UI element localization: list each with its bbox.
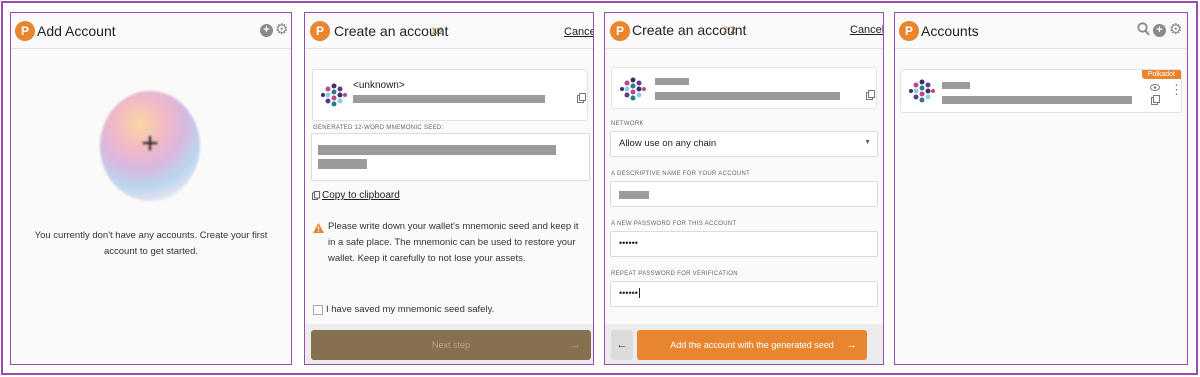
plus-circle-icon[interactable]: + — [1153, 24, 1166, 37]
saved-seed-checkbox-label[interactable]: I have saved my mnemonic seed safely. — [326, 304, 494, 315]
account-card: <unknown> — [312, 69, 588, 121]
network-select[interactable]: Allow use on any chain ▼ — [610, 131, 878, 157]
identicon-avatar — [321, 83, 347, 107]
create-account-step2-panel: P Create an account 2/2 Cancel NETWORK A… — [604, 12, 884, 365]
network-badge: Polkadot — [1141, 70, 1181, 79]
account-address — [655, 92, 840, 100]
account-address — [353, 95, 545, 103]
copy-icon — [312, 191, 320, 200]
seed-words-line1 — [318, 145, 556, 155]
step-indicator: 1/2 — [431, 26, 444, 36]
empty-state-message: You currently don't have any accounts. C… — [34, 230, 268, 257]
identicon-avatar — [620, 77, 646, 101]
seed-label: GENERATED 12-WORD MNEMONIC SEED: — [313, 125, 444, 131]
step-indicator: 2/2 — [723, 25, 736, 35]
account-name — [942, 82, 970, 89]
plus-icon: + — [141, 127, 159, 160]
account-card — [611, 67, 877, 109]
copy-icon[interactable] — [577, 93, 586, 103]
copy-to-clipboard-link[interactable]: Copy to clipboard — [322, 190, 400, 201]
more-options-icon[interactable]: ⋮ — [1170, 82, 1183, 98]
mnemonic-seed-box[interactable] — [311, 133, 590, 181]
gear-icon[interactable]: ⚙ — [1169, 21, 1182, 39]
arrow-right-icon: → — [570, 339, 581, 351]
password-value: •••••• — [619, 238, 638, 248]
account-address — [942, 96, 1132, 104]
account-name-value — [619, 191, 649, 199]
polkadot-logo-icon: P — [310, 21, 330, 41]
chevron-down-icon: ▼ — [864, 139, 871, 146]
polkadot-logo-icon: P — [15, 21, 35, 41]
copy-icon[interactable] — [1151, 95, 1160, 105]
copy-icon[interactable] — [866, 90, 875, 100]
account-name — [655, 78, 689, 85]
header: P Accounts + ⚙ — [895, 13, 1187, 49]
header: P Add Account + ⚙ — [11, 13, 291, 49]
password-input[interactable]: •••••• — [610, 231, 878, 257]
polkadot-logo-icon: P — [610, 21, 630, 41]
header: P Create an account 1/2 Cancel — [305, 13, 593, 49]
footer: ← Add the account with the generated see… — [605, 324, 883, 364]
page-title: Accounts — [921, 23, 979, 39]
network-select-value: Allow use on any chain — [619, 138, 717, 149]
create-account-step1-panel: P Create an account 1/2 Cancel <unknown>… — [304, 12, 594, 365]
arrow-right-icon: → — [846, 339, 857, 351]
accounts-panel: P Accounts + ⚙ Polkadot ⋮ — [894, 12, 1188, 365]
cancel-link[interactable]: Cancel — [564, 26, 593, 38]
header: P Create an account 2/2 Cancel — [605, 13, 883, 49]
back-button[interactable]: ← — [611, 330, 633, 360]
saved-seed-checkbox[interactable] — [313, 305, 323, 315]
warning-message: Please write down your wallet's mnemonic… — [328, 221, 579, 264]
page-title: Add Account — [37, 23, 116, 39]
warning-icon — [313, 223, 324, 233]
network-label: NETWORK — [611, 121, 644, 127]
account-name: <unknown> — [353, 80, 405, 91]
search-icon[interactable] — [1137, 22, 1150, 36]
account-name-input[interactable] — [610, 181, 878, 207]
add-account-button[interactable]: + — [100, 91, 200, 201]
account-card[interactable]: Polkadot ⋮ — [900, 69, 1183, 113]
eye-icon[interactable] — [1150, 84, 1160, 91]
cancel-link[interactable]: Cancel — [850, 24, 883, 36]
add-account-panel: P Add Account + ⚙ + You currently don't … — [10, 12, 292, 365]
add-account-button[interactable]: Add the account with the generated seed … — [637, 330, 867, 360]
gear-icon[interactable]: ⚙ — [275, 21, 288, 39]
password-label: A NEW PASSWORD FOR THIS ACCOUNT — [611, 221, 737, 227]
repeat-password-input[interactable]: •••••• — [610, 281, 878, 307]
next-step-button[interactable]: Next step → — [311, 330, 591, 360]
polkadot-logo-icon: P — [899, 21, 919, 41]
plus-circle-icon[interactable]: + — [260, 24, 273, 37]
repeat-password-label: REPEAT PASSWORD FOR VERIFICATION — [611, 271, 738, 277]
footer: Next step → — [305, 324, 593, 364]
seed-words-line2 — [318, 159, 367, 169]
account-name-label: A DESCRIPTIVE NAME FOR YOUR ACCOUNT — [611, 171, 751, 177]
repeat-password-value: •••••• — [619, 288, 640, 298]
identicon-avatar — [909, 79, 935, 103]
